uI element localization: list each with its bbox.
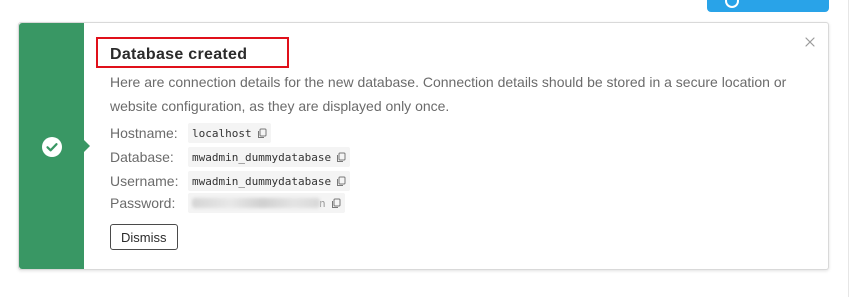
notice-title: Database created [110,46,248,63]
check-circle-icon [42,137,62,157]
hostname-label: Hostname: [110,125,178,141]
success-notice: Database created Here are connection det… [18,22,829,270]
password-value: n [188,193,345,213]
copy-icon[interactable] [331,198,341,209]
username-label: Username: [110,173,179,189]
database-value: mwadmin_dummydatabase [188,147,351,167]
hostname-text: localhost [192,126,252,140]
copy-icon[interactable] [336,176,346,187]
database-label: Database: [110,149,174,165]
username-value: mwadmin_dummydatabase [188,171,351,191]
username-text: mwadmin_dummydatabase [192,174,332,188]
page-scrollbar-track [848,0,849,297]
notice-status-stripe [19,23,90,269]
circle-icon [725,0,739,8]
notice-description: Here are connection details for the new … [110,74,787,114]
database-text: mwadmin_dummydatabase [192,150,332,164]
stripe-pointer [84,140,90,152]
hostname-value: localhost [188,123,271,143]
redacted-password [192,198,320,208]
dismiss-button[interactable]: Dismiss [110,224,178,250]
copy-icon[interactable] [336,152,346,163]
password-label: Password: [110,195,176,211]
close-icon[interactable] [805,34,815,47]
copy-icon[interactable] [257,128,267,139]
top-action-button[interactable] [707,0,829,12]
